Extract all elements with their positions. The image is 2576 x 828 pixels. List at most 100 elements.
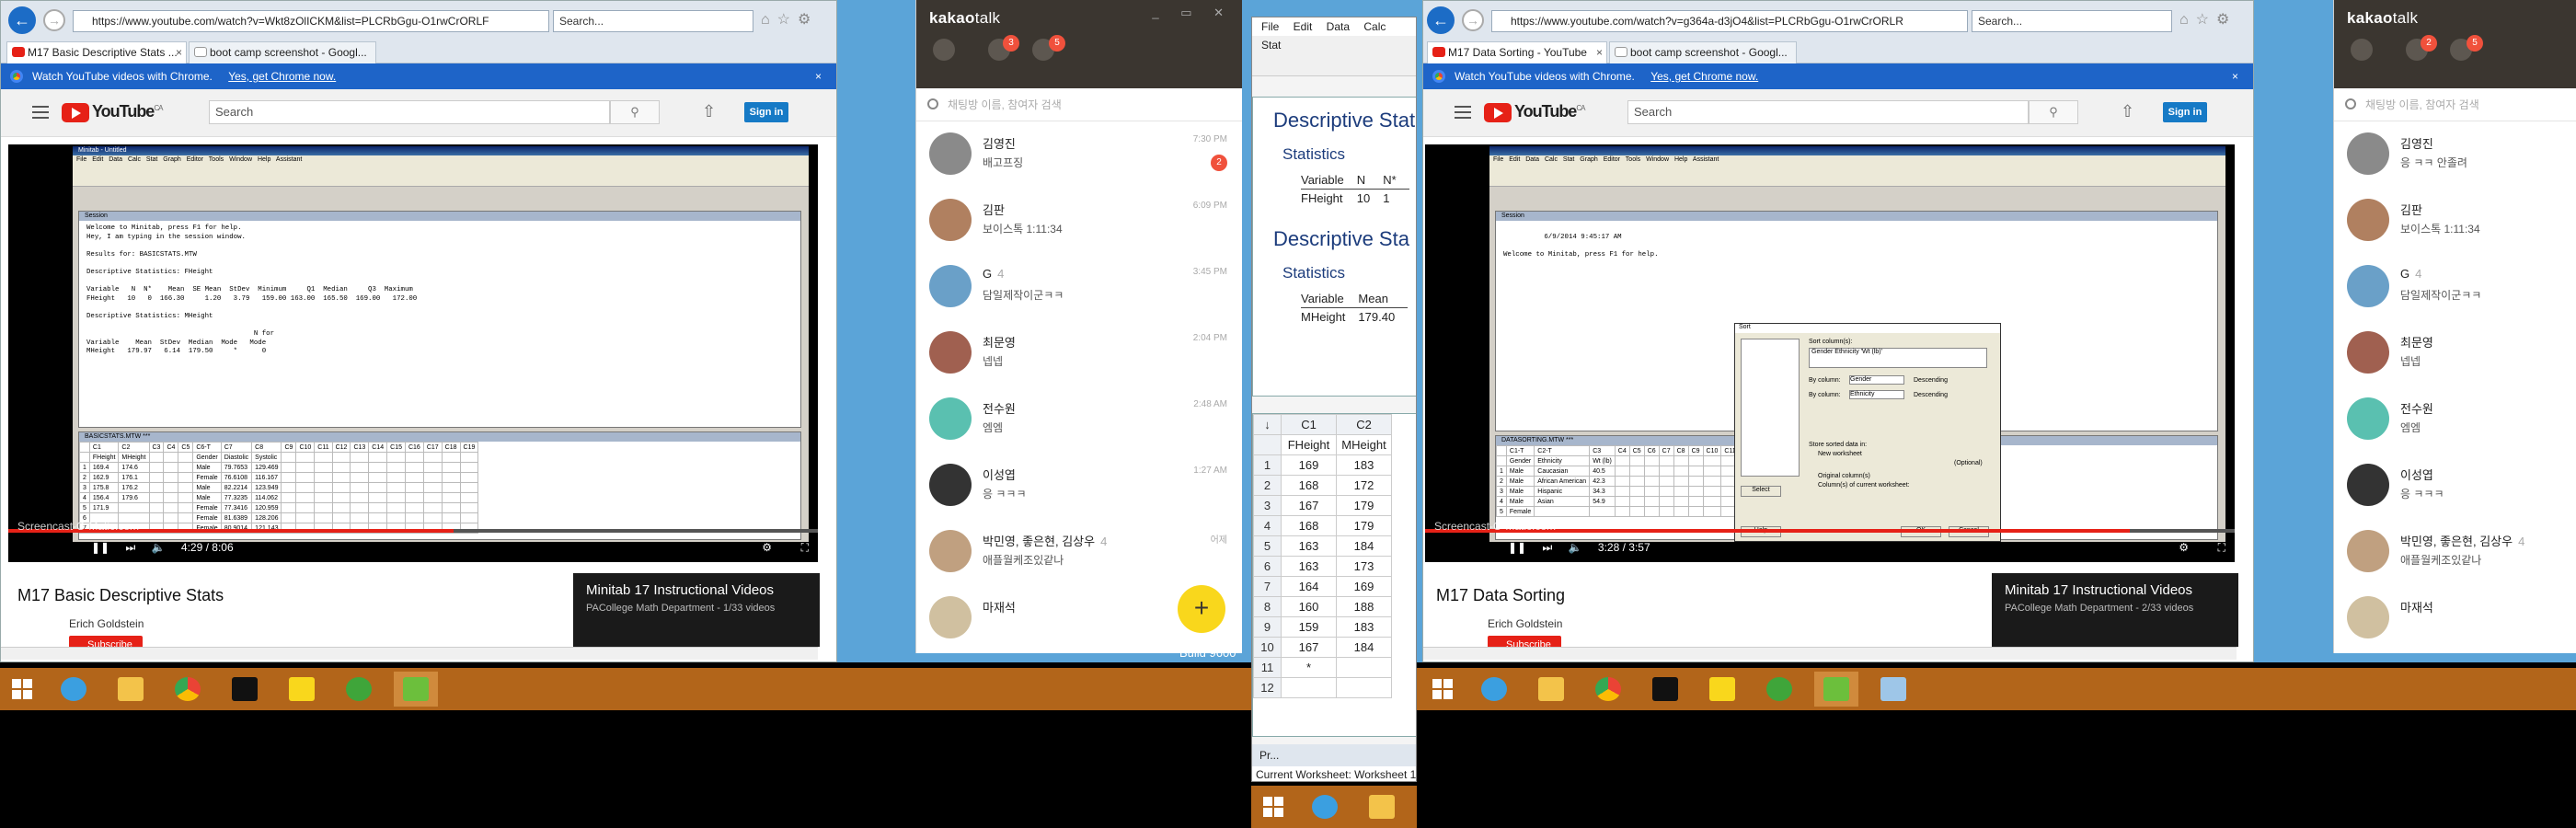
tab-close-icon[interactable]: ×: [176, 42, 182, 63]
volume-icon[interactable]: 🔈: [152, 541, 166, 554]
address-bar[interactable]: https://www.youtube.com/watch?v=g364a-d3…: [1491, 10, 1968, 32]
get-chrome-link[interactable]: Yes, get Chrome now.: [1650, 70, 1758, 83]
address-bar[interactable]: https://www.youtube.com/watch?v=Wkt8zOlI…: [73, 10, 549, 32]
taskbar-ie[interactable]: [1472, 672, 1516, 707]
search-box[interactable]: Search...: [1972, 10, 2172, 32]
taskbar-minitab[interactable]: [394, 672, 438, 707]
horizontal-scrollbar[interactable]: [1423, 647, 2237, 660]
get-chrome-link[interactable]: Yes, get Chrome now.: [228, 70, 336, 83]
tab-close-icon[interactable]: ×: [1596, 42, 1603, 63]
close-banner-icon[interactable]: ×: [2232, 63, 2238, 89]
descending-checkbox-1[interactable]: Descending: [1914, 377, 1948, 384]
friends-icon[interactable]: [2351, 39, 2373, 61]
sort-columns-field[interactable]: Gender Ethnicity 'Wt (lb)': [1809, 348, 1987, 368]
menu-icon[interactable]: [32, 106, 49, 119]
column-list[interactable]: [1741, 339, 1800, 477]
current-worksheet-radio[interactable]: Column(s) of current worksheet:: [1818, 482, 1910, 489]
taskbar-kakao[interactable]: [280, 672, 324, 707]
signin-button[interactable]: Sign in: [2163, 102, 2207, 122]
chat-item[interactable]: 최문영 넵넵 2:04 PM: [916, 324, 1242, 385]
grid-row[interactable]: 6 163 173: [1253, 556, 1392, 577]
chat-item[interactable]: G 4 담일제작이군ㅋㅋ 3:45 PM: [916, 258, 1242, 318]
fullscreen-icon[interactable]: ⛶: [2218, 535, 2225, 560]
grid-row[interactable]: 10 167 184: [1253, 637, 1392, 658]
chat-item[interactable]: 박민영, 좋은현, 김상우 4 애플월케조있같나 어제: [916, 523, 1242, 583]
grid-row[interactable]: 2 168 172: [1253, 475, 1392, 496]
horizontal-scrollbar[interactable]: [1, 647, 818, 660]
by-field-1[interactable]: Gender: [1849, 375, 1904, 385]
tab-video[interactable]: M17 Data Sorting - YouTube ×: [1427, 41, 1607, 63]
project-tab[interactable]: Pr...: [1259, 749, 1279, 762]
grid-row[interactable]: 11 *: [1253, 657, 1392, 678]
next-icon[interactable]: ⏭: [125, 541, 135, 554]
youtube-search-input[interactable]: Search: [1627, 100, 2029, 124]
taskbar-utorrent[interactable]: [1757, 672, 1801, 707]
taskbar-ie[interactable]: [52, 672, 96, 707]
forward-button[interactable]: →: [1462, 9, 1484, 31]
grid-row[interactable]: 5 163 184: [1253, 535, 1392, 557]
by-field-2[interactable]: Ethnicity: [1849, 390, 1904, 399]
tab-google[interactable]: boot camp screenshot - Googl...: [1609, 41, 1797, 63]
settings-icon[interactable]: ⚙: [2179, 535, 2189, 560]
original-columns-radio[interactable]: Original column(s): [1818, 473, 1870, 479]
video-player[interactable]: Minitab - Untitled File Edit Data Calc S…: [8, 144, 818, 562]
grid-row[interactable]: 7 164 169: [1253, 576, 1392, 597]
fullscreen-icon[interactable]: ⛶: [801, 535, 809, 560]
select-button[interactable]: Select: [1741, 486, 1781, 497]
taskbar-minitab[interactable]: [1814, 672, 1858, 707]
menu-icon[interactable]: [1455, 106, 1471, 119]
volume-icon[interactable]: 🔈: [1569, 541, 1582, 554]
taskbar-explorer[interactable]: [1529, 672, 1573, 707]
tab-google[interactable]: boot camp screenshot - Googl...: [189, 41, 376, 63]
grid-row[interactable]: 8 160 188: [1253, 596, 1392, 617]
chat-item[interactable]: 이성엽 응 ㅋㅋㅋ 1:27 AM: [916, 456, 1242, 517]
taskbar-cmd[interactable]: [223, 672, 267, 707]
youtube-search-input[interactable]: Search: [209, 100, 610, 124]
play-icon[interactable]: ❚❚: [91, 541, 109, 554]
grid-row[interactable]: 1 169 183: [1253, 454, 1392, 476]
chat-item[interactable]: 최문영 넵넵: [2334, 324, 2576, 385]
chat-item[interactable]: 박민영, 좋은현, 김상우 4 애플월케조있같나: [2334, 523, 2576, 583]
next-icon[interactable]: ⏭: [1542, 541, 1552, 554]
kakao-search-input[interactable]: 채팅방 이름, 참여자 검색: [916, 88, 1242, 121]
start-button[interactable]: [0, 672, 44, 707]
taskbar-ie[interactable]: [1303, 789, 1347, 824]
window-controls[interactable]: _ ▭ ✕: [1152, 6, 1233, 20]
grid-row[interactable]: 9 159 183: [1253, 616, 1392, 638]
back-button[interactable]: ←: [8, 6, 36, 34]
start-button[interactable]: [1420, 672, 1465, 707]
chat-item[interactable]: 김판 보이스톡 1:11:34 6:09 PM: [916, 191, 1242, 252]
youtube-logo[interactable]: YouTubeCA: [1484, 102, 1585, 122]
chat-item[interactable]: 전수원 엠엠 2:48 AM: [916, 390, 1242, 451]
toolbar-icons[interactable]: ⌂☆⚙: [761, 10, 818, 29]
start-button[interactable]: [1251, 789, 1295, 824]
taskbar-explorer[interactable]: [109, 672, 153, 707]
channel-name[interactable]: Erich Goldstein: [69, 617, 144, 630]
settings-icon[interactable]: ⚙: [762, 535, 772, 560]
video-player[interactable]: File Edit Data Calc Stat Graph Editor To…: [1425, 144, 2235, 562]
descending-checkbox-2[interactable]: Descending: [1914, 392, 1948, 398]
channel-name[interactable]: Erich Goldstein: [1488, 617, 1562, 630]
chat-item[interactable]: 전수원 엠엠: [2334, 390, 2576, 451]
forward-button[interactable]: →: [43, 9, 65, 31]
taskbar-chrome[interactable]: [1586, 672, 1630, 707]
chat-item[interactable]: 김판 보이스톡 1:11:34: [2334, 191, 2576, 252]
close-banner-icon[interactable]: ×: [815, 63, 822, 89]
taskbar-explorer[interactable]: [1360, 789, 1404, 824]
toolbar-icons[interactable]: ⌂☆⚙: [2179, 10, 2237, 29]
taskbar-cmd[interactable]: [1643, 672, 1687, 707]
youtube-search-button[interactable]: ⚲: [610, 100, 660, 124]
new-chat-button[interactable]: +: [1178, 585, 1225, 633]
youtube-search-button[interactable]: ⚲: [2029, 100, 2078, 124]
back-button[interactable]: ←: [1427, 6, 1455, 34]
chat-item[interactable]: 김영진 응 ㅋㅋ 안졸려: [2334, 125, 2576, 186]
chat-item[interactable]: 김영진 배고프징 7:30 PM 2: [916, 125, 1242, 186]
chat-item[interactable]: G 4 담일제작이군ㅋㅋ: [2334, 258, 2576, 318]
worksheet-grid[interactable]: ↓ C1 C2 FHeight MHeight 1 169 183 2 168 172 3 167 1…: [1252, 413, 1416, 737]
grid-row[interactable]: 4 168 179: [1253, 515, 1392, 536]
signin-button[interactable]: Sign in: [744, 102, 788, 122]
kakao-search-input[interactable]: 채팅방 이름, 참여자 검색: [2334, 88, 2576, 121]
taskbar-chrome[interactable]: [166, 672, 210, 707]
grid-row[interactable]: 3 167 179: [1253, 495, 1392, 516]
search-box[interactable]: Search...: [553, 10, 753, 32]
